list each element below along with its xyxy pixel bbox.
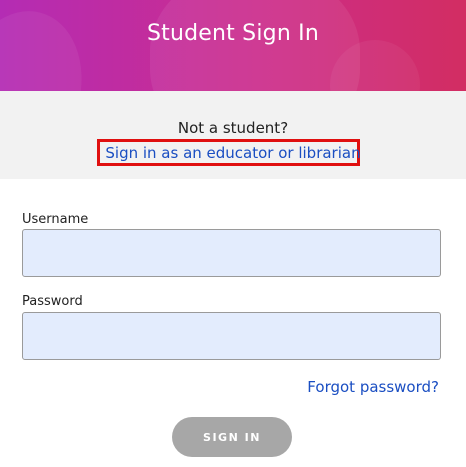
sign-in-button[interactable]: SIGN IN (172, 417, 292, 457)
forgot-password-link[interactable]: Forgot password? (307, 378, 439, 396)
educator-sign-in-link[interactable]: Sign in as an educator or librarian (0, 144, 466, 162)
sign-in-page: Student Sign In Not a student? Sign in a… (0, 0, 466, 467)
page-header: Student Sign In (0, 0, 466, 91)
alternate-sign-in-section: Not a student? Sign in as an educator or… (0, 91, 466, 179)
not-a-student-text: Not a student? (177, 119, 289, 137)
password-label: Password (22, 294, 83, 309)
page-title: Student Sign In (146, 21, 319, 46)
username-label: Username (22, 212, 89, 227)
username-input[interactable] (22, 229, 441, 277)
password-input[interactable] (22, 312, 441, 360)
